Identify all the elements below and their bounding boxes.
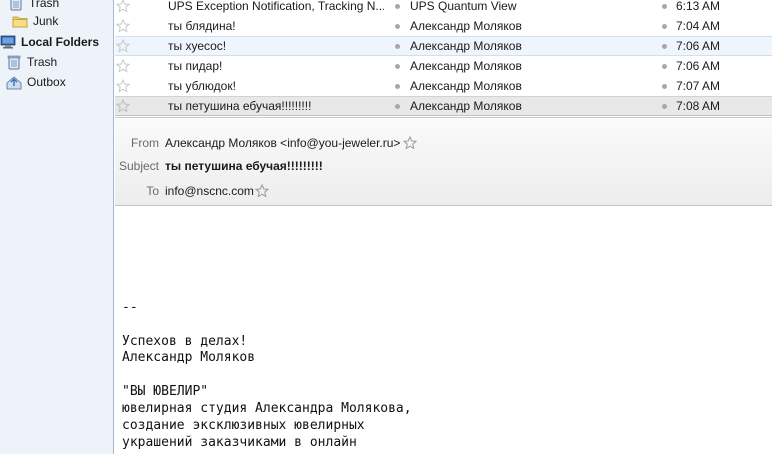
body-line: ювелирная студия Александра Молякова, xyxy=(122,401,412,416)
star-icon[interactable] xyxy=(402,135,418,150)
message-date: 7:06 AM xyxy=(676,59,721,73)
message-row[interactable]: ты ублюдок! Александр Моляков 7:07 AM xyxy=(115,76,772,96)
read-status-dot[interactable] xyxy=(395,83,400,89)
star-icon[interactable] xyxy=(115,38,131,53)
star-icon[interactable] xyxy=(254,183,270,198)
message-sender: UPS Quantum View xyxy=(410,0,517,13)
message-subject: ты пидар! xyxy=(168,59,223,73)
to-value[interactable]: info@nscnc.com xyxy=(165,184,254,198)
read-status-dot[interactable] xyxy=(395,103,400,109)
message-date: 6:13 AM xyxy=(676,0,721,13)
folder-local-folders[interactable]: Local Folders xyxy=(0,32,114,52)
trash-icon xyxy=(6,54,22,70)
to-label: To xyxy=(146,184,159,198)
read-status-dot[interactable] xyxy=(395,63,400,69)
message-subject: UPS Exception Notification, Tracking N..… xyxy=(168,0,384,13)
outbox-icon xyxy=(6,74,22,90)
folder-label: Junk xyxy=(33,14,59,28)
message-row-selected[interactable]: ты петушина ебучая!!!!!!!!! Александр Мо… xyxy=(115,96,772,116)
message-row[interactable]: ты блядина! Александр Моляков 7:04 AM xyxy=(115,16,772,36)
subject-label: Subject xyxy=(118,159,159,173)
folder-local-trash[interactable]: Trash xyxy=(0,52,114,72)
message-date: 7:04 AM xyxy=(676,19,721,33)
from-value[interactable]: Александр Моляков <info@you-jeweler.ru> xyxy=(165,136,400,150)
junk-status-dot[interactable] xyxy=(662,83,667,89)
folder-label: Trash xyxy=(27,55,58,69)
star-icon[interactable] xyxy=(115,58,131,73)
message-subject: ты ублюдок! xyxy=(168,79,236,93)
message-subject: ты хуесос! xyxy=(168,39,227,53)
message-sender: Александр Моляков xyxy=(410,59,522,73)
from-header: From Александр Моляков <info@you-jeweler… xyxy=(115,133,772,153)
junk-status-dot[interactable] xyxy=(662,23,667,29)
message-row[interactable]: ты хуесос! Александр Моляков 7:06 AM xyxy=(115,36,772,56)
read-status-dot[interactable] xyxy=(395,43,400,49)
read-status-dot[interactable] xyxy=(395,3,400,9)
from-label: From xyxy=(131,136,159,150)
body-line: украшений заказчиками в онлайн xyxy=(122,435,357,450)
message-body: -- Успехов в делах! Александр Моляков "В… xyxy=(115,207,772,454)
message-row[interactable]: UPS Exception Notification, Tracking N..… xyxy=(115,0,772,16)
message-date: 7:06 AM xyxy=(676,39,721,53)
star-icon[interactable] xyxy=(115,18,131,33)
read-status-dot[interactable] xyxy=(395,23,400,29)
subject-value: ты петушина ебучая!!!!!!!!! xyxy=(165,159,323,173)
message-sender: Александр Моляков xyxy=(410,19,522,33)
folder-label: Local Folders xyxy=(21,35,100,49)
folder-pane: Trash Junk Local Folders Trash Outbox xyxy=(0,0,114,454)
folder-outbox[interactable]: Outbox xyxy=(0,72,114,92)
folder-label: Outbox xyxy=(27,75,66,89)
folder-icon xyxy=(12,13,28,29)
star-icon[interactable] xyxy=(115,98,131,113)
message-row[interactable]: ты пидар! Александр Моляков 7:06 AM xyxy=(115,56,772,76)
junk-status-dot[interactable] xyxy=(662,63,667,69)
junk-status-dot[interactable] xyxy=(662,103,667,109)
folder-label: Trash xyxy=(29,0,60,10)
message-sender: Александр Моляков xyxy=(410,99,522,113)
message-subject: ты блядина! xyxy=(168,19,236,33)
body-line: -- xyxy=(122,300,138,315)
body-line: Успехов в делах! xyxy=(122,334,248,349)
to-header: To info@nscnc.com xyxy=(115,181,772,201)
junk-status-dot[interactable] xyxy=(662,3,667,9)
message-sender: Александр Моляков xyxy=(410,39,522,53)
subject-header: Subject ты петушина ебучая!!!!!!!!! xyxy=(115,156,772,176)
body-line: Александр Моляков xyxy=(122,350,256,365)
trash-icon xyxy=(8,0,24,11)
message-date: 7:07 AM xyxy=(676,79,721,93)
star-icon[interactable] xyxy=(115,78,131,93)
message-date: 7:08 AM xyxy=(676,99,721,113)
junk-status-dot[interactable] xyxy=(662,43,667,49)
message-header-pane: From Александр Моляков <info@you-jeweler… xyxy=(115,119,772,206)
folder-junk[interactable]: Junk xyxy=(0,11,114,31)
message-list: UPS Exception Notification, Tracking N..… xyxy=(115,0,772,118)
body-line: создание эксклюзивных ювелирных xyxy=(122,418,365,433)
message-subject: ты петушина ебучая!!!!!!!!! xyxy=(168,99,312,113)
body-line: "ВЫ ЮВЕЛИР" xyxy=(122,384,209,399)
message-sender: Александр Моляков xyxy=(410,79,522,93)
star-icon[interactable] xyxy=(115,0,131,13)
computer-icon xyxy=(0,34,16,50)
